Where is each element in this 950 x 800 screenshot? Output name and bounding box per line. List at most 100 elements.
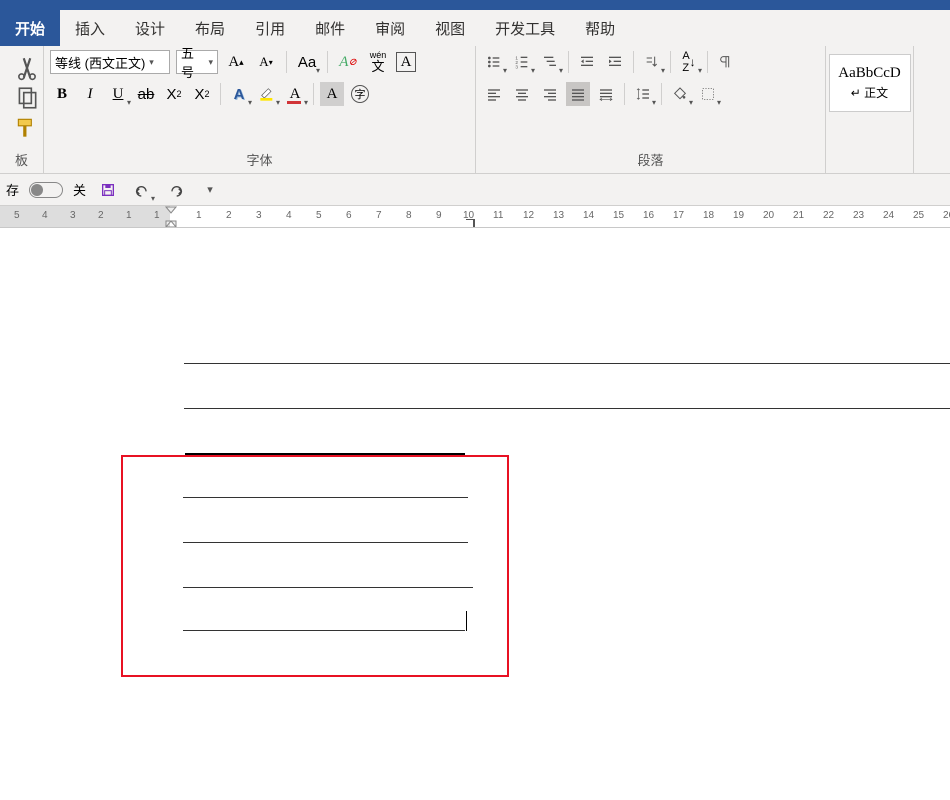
redo-button[interactable] [164,178,188,202]
tab-review[interactable]: 审阅 [360,10,420,46]
ruler-tick: 3 [70,210,76,221]
superscript-button[interactable]: X2 [190,82,214,106]
style-normal[interactable]: AaBbCcD ↵ 正文 [829,54,911,112]
text-cursor [466,611,467,631]
ruler-tick: 1 [154,210,160,221]
underline-line [185,453,465,455]
ruler-tick: 14 [583,210,594,221]
tab-references[interactable]: 引用 [240,10,300,46]
character-border-button[interactable]: A [396,52,416,72]
character-shading-button[interactable]: A [320,82,344,106]
highlight-button[interactable]: ▾ [255,82,279,106]
style-name: ↵ 正文 [851,84,888,101]
distributed-button[interactable] [594,82,618,106]
divider [624,83,625,105]
autosave-label: 存 [6,180,19,199]
autosave-toggle[interactable] [29,182,63,198]
line-spacing-button[interactable]: ▾ [631,82,655,106]
ruler-tick: 1 [196,210,202,221]
text-effects-button[interactable]: A▾ [227,82,251,106]
text-direction-button[interactable]: ▾ [640,50,664,74]
tab-help[interactable]: 帮助 [570,10,630,46]
clear-formatting-button[interactable]: A⊘ [336,50,360,74]
underline-line [183,497,468,498]
ruler-tick: 9 [436,210,442,221]
copy-icon[interactable] [14,86,40,110]
ruler-tick: 4 [42,210,48,221]
group-font: 等线 (西文正文)▾ 五号▾ A▴ A▾ Aa▾ A⊘ wén 文 A B I … [44,46,476,173]
underline-line [183,587,473,588]
align-center-button[interactable] [510,82,534,106]
tab-developer[interactable]: 开发工具 [480,10,570,46]
title-bar [0,0,950,10]
svg-text:3: 3 [515,65,518,70]
divider [670,51,671,73]
justify-button[interactable] [566,82,590,106]
tab-home[interactable]: 开始 [0,10,60,46]
divider [633,51,634,73]
tab-stop-icon[interactable] [466,219,476,227]
tab-layout[interactable]: 布局 [180,10,240,46]
ruler-tick: 26 [943,210,950,221]
underline-line [183,630,465,631]
quick-access-toolbar: 存 关 ▾ ▾ [0,174,950,206]
save-icon[interactable] [96,178,120,202]
numbering-button[interactable]: 123▾ [510,50,534,74]
ruler-tick: 23 [853,210,864,221]
phonetic-guide-button[interactable]: wén 文 [366,50,390,74]
ruler-tick: 18 [703,210,714,221]
decrease-indent-button[interactable] [575,50,599,74]
increase-font-size-button[interactable]: A▴ [224,50,248,74]
qat-customize-button[interactable]: ▾ [198,178,222,202]
divider [286,51,287,73]
chevron-down-icon: ▾ [208,57,213,68]
horizontal-ruler[interactable]: 5 4 3 2 1 1 1 2 3 4 5 6 7 8 9 10 11 12 1… [0,206,950,228]
cut-icon[interactable] [14,56,40,80]
ruler-tick: 17 [673,210,684,221]
ruler-tick: 24 [883,210,894,221]
ruler-tick: 25 [913,210,924,221]
underline-line [184,363,950,364]
underline-button[interactable]: U▾ [106,82,130,106]
multilevel-list-button[interactable]: ▾ [538,50,562,74]
phonetic-char: 文 [371,60,384,73]
borders-button[interactable]: ▾ [696,82,720,106]
group-clipboard: 板 [0,46,44,173]
ruler-tick: 20 [763,210,774,221]
change-case-button[interactable]: Aa▾ [295,50,319,74]
divider [661,83,662,105]
show-paragraph-marks-button[interactable] [714,50,738,74]
sort-button[interactable]: AZ↓▾ [677,50,701,74]
group-label-clipboard: 板 [0,148,43,171]
format-painter-icon[interactable] [14,116,40,140]
font-size-combo[interactable]: 五号▾ [176,50,218,74]
tab-design[interactable]: 设计 [120,10,180,46]
annotation-box [121,455,509,677]
align-left-button[interactable] [482,82,506,106]
tab-view[interactable]: 视图 [420,10,480,46]
group-styles: AaBbCcD ↵ 正文 [826,46,914,173]
subscript-button[interactable]: X2 [162,82,186,106]
ruler-tick: 7 [376,210,382,221]
shading-button[interactable]: ▾ [668,82,692,106]
enclose-characters-button[interactable]: 字 [348,82,372,106]
bold-button[interactable]: B [50,82,74,106]
font-name-combo[interactable]: 等线 (西文正文)▾ [50,50,170,74]
divider [220,83,221,105]
ruler-tick: 3 [256,210,262,221]
align-right-button[interactable] [538,82,562,106]
tab-insert[interactable]: 插入 [60,10,120,46]
font-color-button[interactable]: A▾ [283,82,307,106]
ruler-tick: 13 [553,210,564,221]
increase-indent-button[interactable] [603,50,627,74]
decrease-font-size-button[interactable]: A▾ [254,50,278,74]
strikethrough-button[interactable]: ab [134,82,158,106]
tab-mailings[interactable]: 邮件 [300,10,360,46]
ruler-tick: 2 [98,210,104,221]
bullets-button[interactable]: ▾ [482,50,506,74]
document-canvas[interactable] [0,228,950,800]
group-label-paragraph: 段落 [476,148,825,171]
undo-button[interactable]: ▾ [130,178,154,202]
italic-button[interactable]: I [78,82,102,106]
underline-line [183,542,468,543]
